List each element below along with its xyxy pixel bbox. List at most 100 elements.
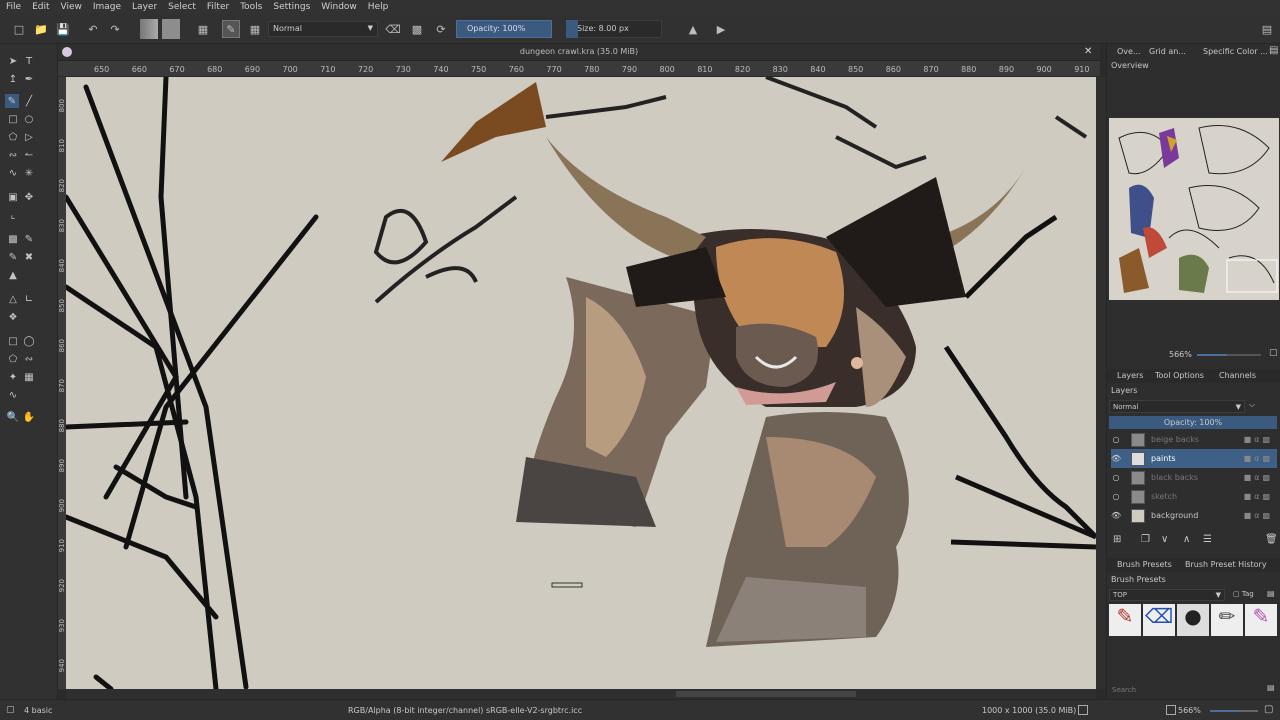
fullscreen-icon[interactable]: ▢ <box>1264 704 1273 715</box>
text-tool-icon[interactable]: T <box>22 54 36 68</box>
drawing-canvas[interactable] <box>66 77 1096 689</box>
visibility-on-icon[interactable]: 👁 <box>1111 454 1121 463</box>
tab-overview[interactable]: Ove... <box>1117 47 1141 56</box>
undo-icon[interactable]: ↶ <box>84 20 102 38</box>
menu-settings[interactable]: Settings <box>273 2 310 12</box>
menu-window[interactable]: Window <box>321 2 357 12</box>
save-icon[interactable]: 💾 <box>54 20 72 38</box>
vertical-ruler[interactable]: 800 810 820 830 840 850 860 870 880 890 900 910 920 9… <box>58 77 66 689</box>
dynamic-brush-icon[interactable]: ∿ <box>6 166 20 180</box>
menu-image[interactable]: Image <box>93 2 121 12</box>
ellipse-tool-icon[interactable]: ○ <box>22 112 36 126</box>
polyline-tool-icon[interactable]: ▷ <box>22 130 36 144</box>
freehand-path-icon[interactable]: ↼ <box>22 148 36 162</box>
window-toggle-icon[interactable]: ▤ <box>1258 20 1276 38</box>
layer-row-paints[interactable]: 👁 paints ■α▩ <box>1111 449 1277 468</box>
menu-help[interactable]: Help <box>368 2 389 12</box>
tab-brush-preset-history[interactable]: Brush Preset History <box>1185 560 1267 569</box>
menu-view[interactable]: View <box>61 2 82 12</box>
zoom-track[interactable] <box>1197 354 1261 356</box>
color-picker-icon[interactable]: ✎ <box>22 232 36 246</box>
visibility-on-icon[interactable]: 👁 <box>1111 511 1121 520</box>
crop-tool-icon[interactable]: ⌞ <box>6 208 20 222</box>
calligraphy-icon[interactable]: ✒ <box>22 72 36 86</box>
fg-bg-color-icon[interactable]: ▦ <box>194 20 212 38</box>
gradient-tool-icon[interactable]: ▩ <box>6 232 20 246</box>
layers-blend-select[interactable]: Normal ▼ <box>1109 400 1245 413</box>
vertical-scrollbar[interactable] <box>1096 77 1106 689</box>
horizontal-scrollbar[interactable] <box>66 689 1096 699</box>
assistant-tool-icon[interactable]: △ <box>6 292 20 306</box>
brush-search-icon[interactable]: ▤ <box>1267 683 1275 692</box>
zoom-reset-icon[interactable]: ▢ <box>1269 348 1278 358</box>
freehand-select-icon[interactable]: ∾ <box>22 352 36 366</box>
similar-select-icon[interactable]: ▦ <box>22 370 36 384</box>
opacity-slider[interactable]: Opacity: 100% <box>456 20 552 38</box>
bezier-select-icon[interactable]: ∿ <box>6 388 20 402</box>
brush-preset-2[interactable]: ⌫ <box>1143 604 1175 636</box>
menu-edit[interactable]: Edit <box>32 2 49 12</box>
menu-tools[interactable]: Tools <box>240 2 262 12</box>
mirror-horizontal-icon[interactable]: ▲ <box>684 20 702 38</box>
preserve-alpha-icon[interactable]: ▩ <box>408 20 426 38</box>
reload-preset-icon[interactable]: ⟳ <box>432 20 450 38</box>
tab-grid[interactable]: Grid an... <box>1149 47 1186 56</box>
edit-shapes-icon[interactable]: ↥ <box>6 72 20 86</box>
visibility-off-icon[interactable]: ○ <box>1111 473 1121 482</box>
layer-lock-alpha-icons[interactable]: ■α▩ <box>1244 435 1273 444</box>
layer-lock-alpha-icons[interactable]: ■α▩ <box>1244 492 1273 501</box>
tab-brush-presets[interactable]: Brush Presets <box>1117 560 1172 569</box>
measure-tool-icon[interactable]: ∟ <box>22 292 36 306</box>
transform-tool-icon[interactable]: ▣ <box>6 190 20 204</box>
layer-filter-icon[interactable]: ⌵ <box>1249 400 1255 410</box>
brush-filter-select[interactable]: TOP ▼ <box>1109 589 1225 601</box>
brush-preset-5[interactable]: ✎ <box>1245 604 1277 636</box>
tab-layers[interactable]: Layers <box>1117 371 1143 380</box>
ellipse-select-icon[interactable]: ◯ <box>22 334 36 348</box>
rectangle-tool-icon[interactable]: □ <box>6 112 20 126</box>
layer-row-beige-backs[interactable]: ○ beige backs ■α▩ <box>1111 430 1277 449</box>
contiguous-select-icon[interactable]: ✦ <box>6 370 20 384</box>
zoom-mode-icon[interactable] <box>1166 705 1176 715</box>
reference-tool-icon[interactable]: ❖ <box>6 310 20 324</box>
rect-select-icon[interactable]: □ <box>6 334 20 348</box>
status-zoom-slider[interactable] <box>1210 710 1258 712</box>
brush-grid-icon[interactable]: ▦ <box>246 20 264 38</box>
brush-preset-4[interactable]: ✏ <box>1211 604 1243 636</box>
select-shapes-icon[interactable]: ➤ <box>6 54 20 68</box>
visibility-off-icon[interactable]: ○ <box>1111 492 1121 501</box>
layer-row-sketch[interactable]: ○ sketch ■α▩ <box>1111 487 1277 506</box>
eraser-mode-icon[interactable]: ⌫ <box>384 20 402 38</box>
delete-layer-icon[interactable]: 🗑 <box>1265 534 1278 545</box>
move-layer-down-icon[interactable]: ∨ <box>1161 534 1168 545</box>
dock-close-icon[interactable]: ▤ <box>1269 45 1278 56</box>
move-layer-up-icon[interactable]: ∧ <box>1183 534 1190 545</box>
size-slider[interactable]: Size: 8.00 px <box>566 20 662 38</box>
menu-filter[interactable]: Filter <box>207 2 229 12</box>
layers-opacity-slider[interactable]: Opacity: 100% <box>1109 416 1277 429</box>
redo-icon[interactable]: ↷ <box>106 20 124 38</box>
tab-tool-options[interactable]: Tool Options <box>1155 371 1204 380</box>
layer-row-black-backs[interactable]: ○ black backs ■α▩ <box>1111 468 1277 487</box>
layer-properties-icon[interactable]: ☰ <box>1203 534 1212 545</box>
brush-search-input[interactable]: Search <box>1109 684 1261 696</box>
gradient-swatch[interactable] <box>140 19 158 39</box>
mirror-vertical-icon[interactable]: ▶ <box>712 20 730 38</box>
menu-layer[interactable]: Layer <box>132 2 157 12</box>
brush-preset-1[interactable]: ✎ <box>1109 604 1141 636</box>
pan-tool-icon[interactable]: ✋ <box>22 410 36 424</box>
tab-channels[interactable]: Channels <box>1219 371 1256 380</box>
duplicate-layer-icon[interactable]: ❐ <box>1141 534 1150 545</box>
brush-preset-3[interactable]: ● <box>1177 604 1209 636</box>
menu-file[interactable]: File <box>6 2 21 12</box>
overview-thumbnail[interactable] <box>1109 118 1279 300</box>
tag-button[interactable]: ▢ Tag <box>1233 590 1254 598</box>
menu-select[interactable]: Select <box>168 2 196 12</box>
blend-mode-select[interactable]: Normal ▼ <box>268 21 378 37</box>
polygon-tool-icon[interactable]: ⬠ <box>6 130 20 144</box>
line-tool-icon[interactable]: ╱ <box>22 94 36 108</box>
close-document-icon[interactable]: ✕ <box>1084 46 1092 57</box>
layer-lock-alpha-icons[interactable]: ■α▩ <box>1244 511 1273 520</box>
freehand-brush-icon[interactable]: ✎ <box>5 94 19 108</box>
move-tool-icon[interactable]: ✥ <box>22 190 36 204</box>
